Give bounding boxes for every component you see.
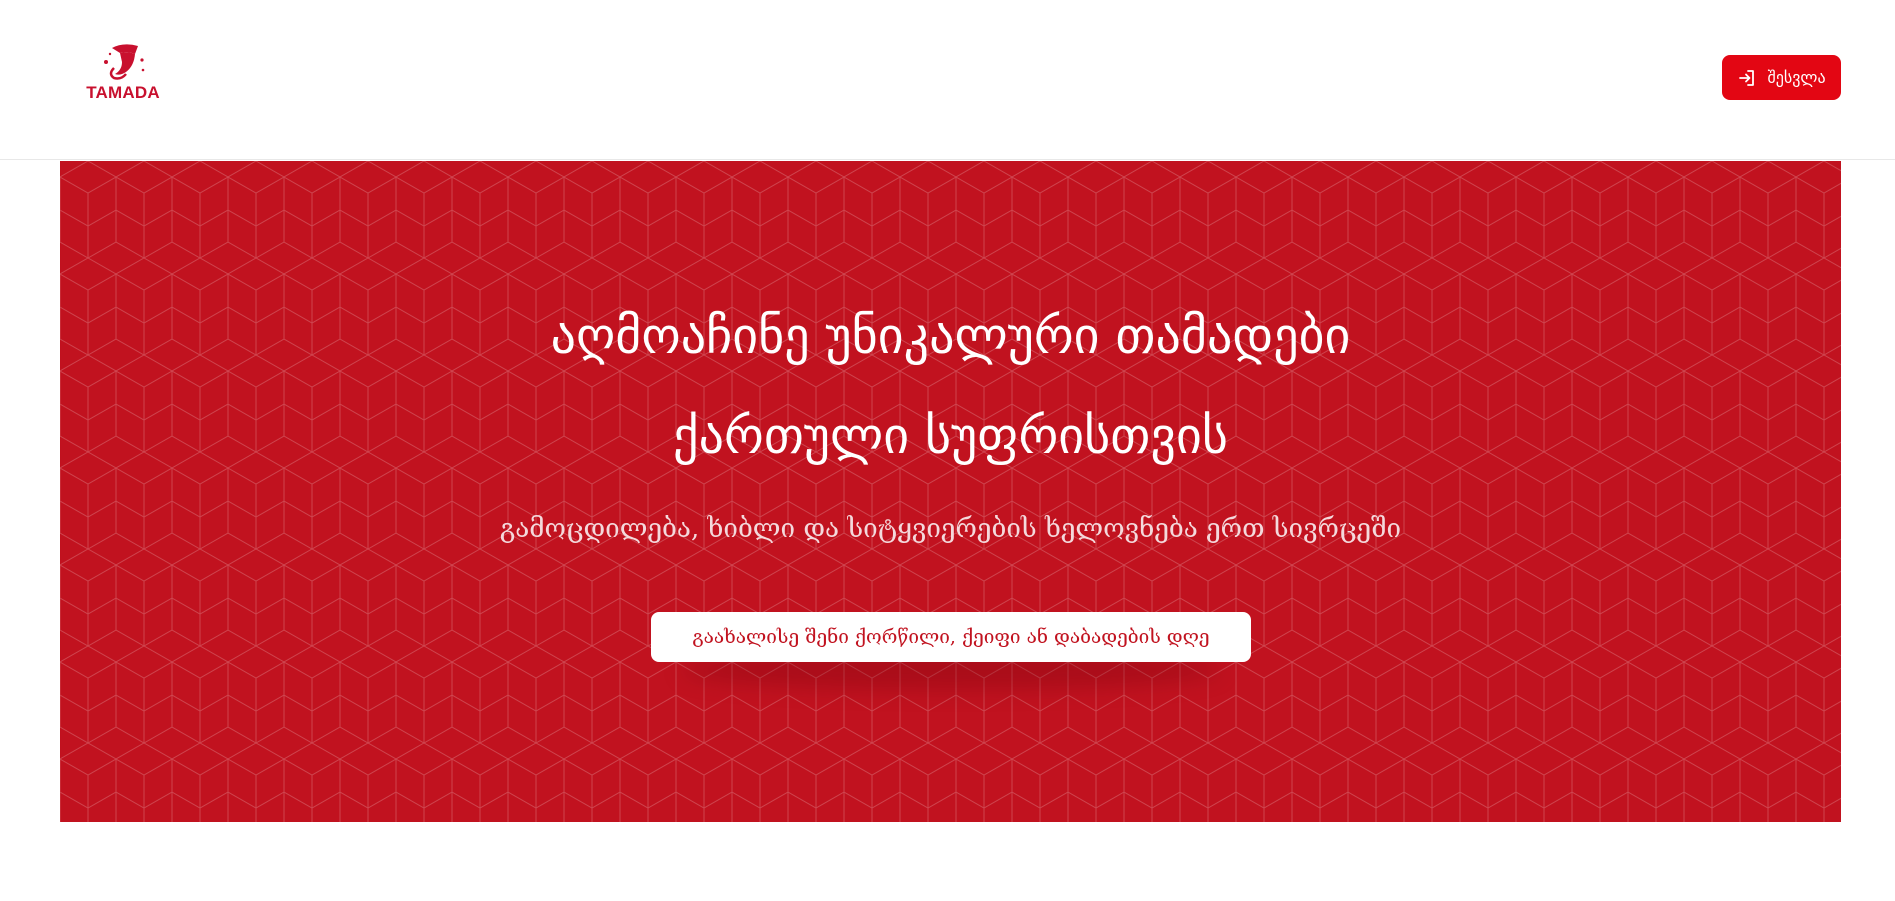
login-button[interactable]: შესვლა bbox=[1722, 55, 1841, 100]
cta-button-label: გაახალისე შენი ქორწილი, ქეიფი ან დაბადებ… bbox=[692, 626, 1210, 648]
hero-title-line-1: აღმოაჩინე უნიკალური თამადები bbox=[550, 307, 1351, 365]
site-header: TAMADA შესვლა bbox=[0, 0, 1895, 160]
cta-button[interactable]: გაახალისე შენი ქორწილი, ქეიფი ან დაბადებ… bbox=[651, 612, 1251, 662]
hexagon-cube-pattern bbox=[60, 161, 1841, 822]
login-arrow-icon bbox=[1739, 69, 1755, 86]
hero-title-line-2: ქართული სუფრისთვის bbox=[673, 407, 1228, 465]
logo-text: TAMADA bbox=[86, 83, 160, 102]
wine-horn-icon bbox=[104, 44, 145, 80]
tamada-logo[interactable]: TAMADA bbox=[80, 40, 166, 110]
hero-subtitle: გამოცდილება, ხიბლი და სიტყვიერების ხელოვ… bbox=[499, 514, 1402, 544]
hero-banner: აღმოაჩინე უნიკალური თამადები ქართული სუფ… bbox=[60, 161, 1841, 822]
cta-container: გაახალისე შენი ქორწილი, ქეიფი ან დაბადებ… bbox=[651, 612, 1251, 690]
login-button-label: შესვლა bbox=[1767, 68, 1826, 87]
